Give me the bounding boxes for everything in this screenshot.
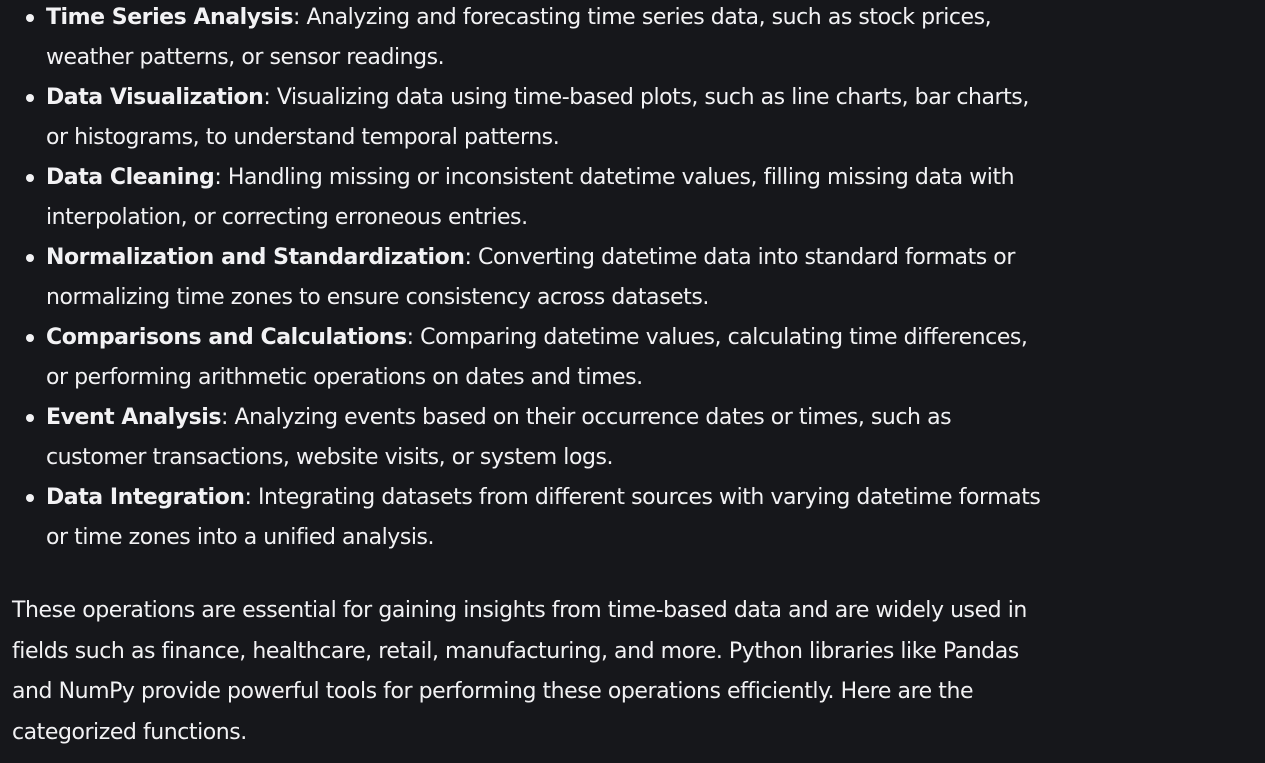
list-item: Data Visualization: Visualizing data usi… [12, 78, 1042, 158]
list-item-term: Time Series Analysis [46, 5, 294, 30]
bullet-icon [26, 414, 34, 422]
list-item: Time Series Analysis: Analyzing and fore… [12, 0, 1042, 78]
list-item: Event Analysis: Analyzing events based o… [12, 398, 1042, 478]
list-item-term: Data Visualization [46, 85, 264, 110]
list-item-term: Data Cleaning [46, 165, 215, 190]
operations-list: Time Series Analysis: Analyzing and fore… [12, 0, 1042, 558]
list-item-term: Comparisons and Calculations [46, 325, 407, 350]
bullet-icon [26, 94, 34, 102]
list-item: Comparisons and Calculations: Comparing … [12, 318, 1042, 398]
list-item: Normalization and Standardization: Conve… [12, 238, 1042, 318]
message-content: Time Series Analysis: Analyzing and fore… [12, 0, 1042, 753]
list-item: Data Integration: Integrating datasets f… [12, 478, 1042, 558]
list-item: Data Cleaning: Handling missing or incon… [12, 158, 1042, 238]
summary-paragraph: These operations are essential for gaini… [12, 598, 1027, 745]
list-item-term: Normalization and Standardization [46, 245, 465, 270]
bullet-icon [26, 254, 34, 262]
bullet-icon [26, 14, 34, 22]
list-item-term: Data Integration [46, 485, 245, 510]
list-item-term: Event Analysis [46, 405, 221, 430]
bullet-icon [26, 174, 34, 182]
bullet-icon [26, 334, 34, 342]
bullet-icon [26, 494, 34, 502]
